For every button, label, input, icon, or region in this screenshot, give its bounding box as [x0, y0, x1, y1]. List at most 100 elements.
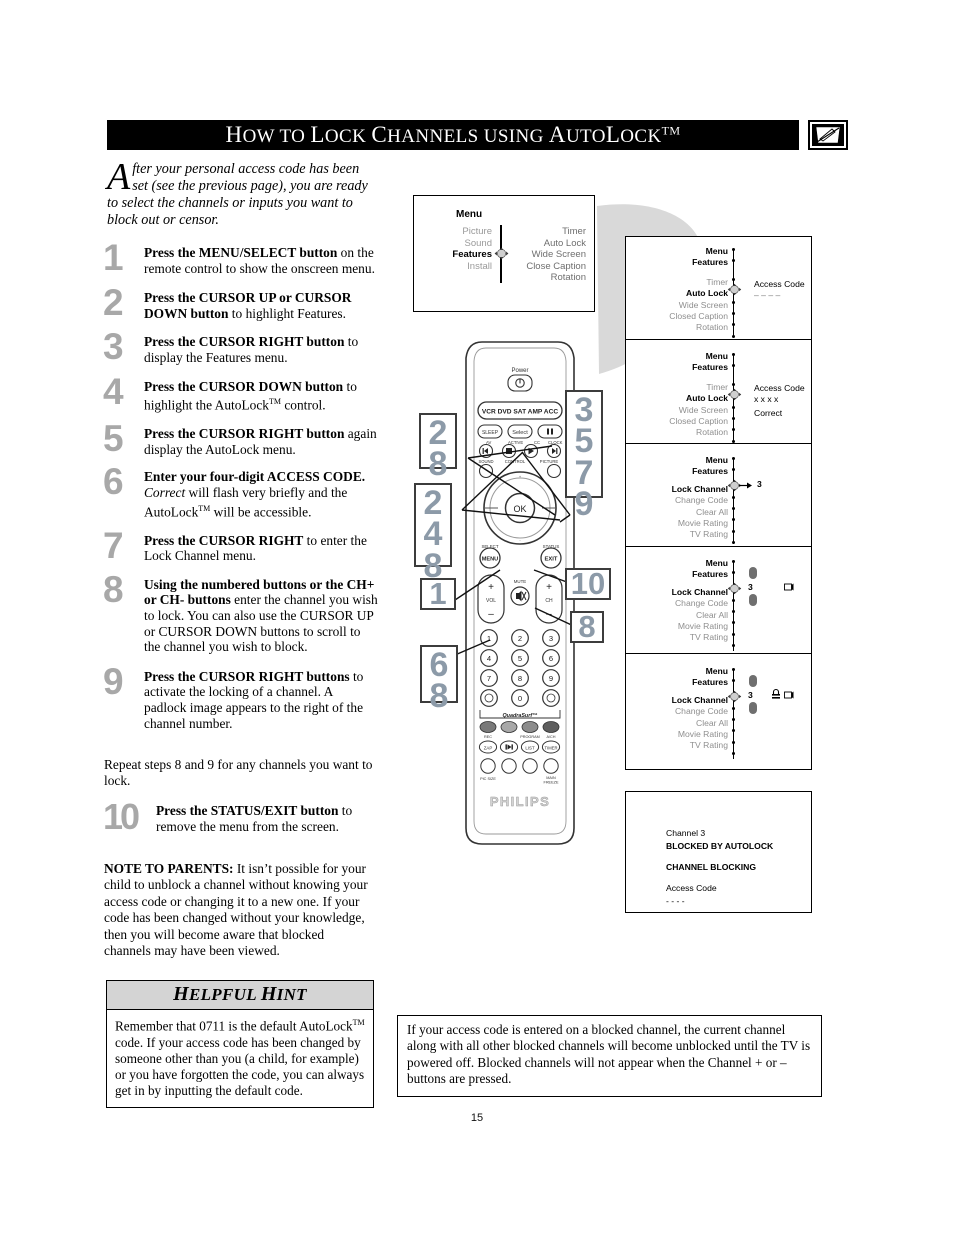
helpful-hint-body: Remember that 0711 is the default AutoLo…: [115, 1018, 365, 1099]
osd-item-movie-rating[interactable]: Movie Rating: [628, 729, 728, 740]
osd-main-menu-panel: Menu Picture Sound Features Install Time…: [413, 195, 595, 312]
osd-channel-value: 3: [748, 582, 753, 592]
osd-item-timer[interactable]: Timer: [526, 226, 586, 238]
callout-digit: 4: [423, 515, 443, 554]
callout-digit: 8: [428, 445, 448, 484]
step-text: Press the STATUS/EXIT button to remove t…: [156, 803, 353, 834]
osd-dot: [731, 417, 735, 420]
osd-panel-stack: Menu Features Timer Auto Lock Wide Scree…: [625, 236, 812, 770]
aux-button-1: [501, 758, 517, 774]
quadrasurf-button-3: [521, 721, 539, 733]
osd-dot: [731, 259, 735, 262]
osd-item-wide-screen[interactable]: Wide Screen: [628, 300, 728, 311]
callout-2-8: 2 8: [419, 413, 457, 481]
osd-item-rotation[interactable]: Rotation: [526, 272, 586, 284]
manual-page: HOW TO LOCK CHANNELS USING AUTOLOCKTM Af…: [0, 0, 954, 1235]
callout-6-8: 6 8: [420, 645, 458, 713]
step-text: Press the CURSOR UP or CURSOR DOWN butto…: [144, 290, 352, 321]
scroll-up-indicator[interactable]: [749, 675, 757, 687]
osd-dot: [731, 752, 735, 755]
blocked-channel-note-box: If your access code is entered on a bloc…: [397, 1015, 822, 1097]
osd-msg-blocked: BLOCKED BY AUTOLOCK: [666, 841, 774, 851]
osd-dot: [731, 468, 735, 471]
callout-digit: 9: [574, 484, 594, 523]
osd-item-auto-lock[interactable]: Auto Lock: [628, 288, 728, 299]
osd-access-code-value: x x x x: [754, 394, 779, 405]
step-number: 10: [103, 796, 140, 837]
step-text: Press the CURSOR RIGHT button again disp…: [144, 426, 377, 457]
callout-1: 1: [420, 578, 456, 610]
page-title: HOW TO LOCK CHANNELS USING AUTOLOCKTM: [225, 122, 681, 147]
step-text: Press the CURSOR RIGHT button to display…: [144, 334, 359, 365]
trademark-mark: TM: [661, 123, 681, 138]
osd-item-sound[interactable]: Sound: [414, 238, 492, 250]
osd-item-tv-rating[interactable]: TV Rating: [628, 740, 728, 751]
callout-8: 8: [570, 611, 604, 643]
osd-item-features[interactable]: Features: [414, 249, 492, 261]
quadrasurf-button-4: [542, 721, 560, 733]
page-number: 15: [470, 1112, 484, 1124]
drop-cap: A: [107, 156, 131, 198]
intro-paragraph: After your personal access code has been…: [107, 156, 372, 229]
callout-digit: 8: [578, 608, 596, 644]
osd-blocked-message-panel: Channel 3 BLOCKED BY AUTOLOCK CHANNEL BL…: [625, 791, 812, 913]
osd-item-wide-screen[interactable]: Wide Screen: [526, 249, 586, 261]
step-number: 9: [103, 660, 124, 702]
helpful-hint-title: HELPFUL HINT: [107, 981, 373, 1010]
osd-breadcrumb-features: Features: [692, 257, 728, 268]
osd-access-code-area: Access Code – – – –: [754, 279, 805, 302]
svg-text:MAIN: MAIN: [546, 776, 556, 780]
osd-dot: [731, 541, 735, 544]
osd-panel-lock-channel-locked: Menu Features Lock Channel Change Code C…: [625, 653, 812, 770]
scroll-down-indicator[interactable]: [749, 702, 757, 714]
osd-channel-value: 3: [757, 479, 762, 489]
osd-item-closed-caption[interactable]: Closed Caption: [628, 311, 728, 322]
osd-item-auto-lock[interactable]: Auto Lock: [526, 238, 586, 250]
freeze-button: [543, 758, 559, 774]
osd-item-picture[interactable]: Picture: [414, 226, 492, 238]
step-10: 10 Press the STATUS/EXIT button to remov…: [100, 796, 378, 837]
osd-item-close-caption[interactable]: Close Caption: [526, 261, 586, 273]
osd-msg-channel: Channel 3: [666, 828, 706, 838]
step-number: 3: [103, 326, 124, 368]
osd-dot-line: [733, 561, 734, 651]
osd-dot: [731, 644, 735, 647]
osd-dot: [731, 621, 735, 624]
scroll-up-indicator[interactable]: [749, 567, 757, 579]
osd-dot: [731, 530, 735, 533]
osd-access-code-label: Access Code: [754, 279, 805, 289]
osd-msg-access-code-label: Access Code: [666, 883, 717, 893]
instruction-steps: 1 Press the MENU/SELECT button on the re…: [100, 239, 378, 738]
osd-dot: [731, 560, 735, 563]
osd-dot: [731, 335, 735, 338]
cursor-pad-icon: [727, 582, 742, 595]
osd-item-timer[interactable]: Timer: [628, 277, 728, 288]
osd-features-submenu-list: Timer Auto Lock Wide Screen Close Captio…: [526, 226, 586, 284]
osd-msg-access-code-value: - - - -: [666, 896, 685, 906]
callout-digit: 1: [429, 575, 447, 611]
osd-channel-value: 3: [748, 690, 753, 700]
osd-dot: [731, 364, 735, 367]
osd-menu-title: Menu: [456, 209, 483, 220]
osd-item-install[interactable]: Install: [414, 261, 492, 273]
step-7: 7 Press the CURSOR RIGHT to enter the Lo…: [100, 524, 378, 566]
right-arrow-icon: [739, 482, 752, 489]
step-number: 4: [103, 370, 124, 412]
step-number: 2: [103, 282, 124, 324]
osd-dot: [731, 741, 735, 744]
quadrasurf-button-1: [479, 721, 497, 733]
osd-dot: [731, 633, 735, 636]
osd-dot: [731, 248, 735, 251]
osd-main-menu-list: Picture Sound Features Install: [414, 226, 492, 272]
osd-dot: [731, 278, 735, 281]
step-number: 7: [103, 524, 124, 566]
step-number: 6: [103, 461, 124, 503]
osd-dot: [731, 496, 735, 499]
svg-text:REC: REC: [484, 735, 492, 739]
osd-panel-lock-channel: Menu Features Lock Channel Change Code C…: [625, 443, 812, 547]
osd-dot: [731, 383, 735, 386]
scroll-down-indicator[interactable]: [749, 594, 757, 606]
osd-dot: [731, 571, 735, 574]
repeat-steps-note: Repeat steps 8 and 9 for any channels yo…: [104, 757, 373, 788]
svg-text:PROGRAM: PROGRAM: [520, 735, 540, 739]
